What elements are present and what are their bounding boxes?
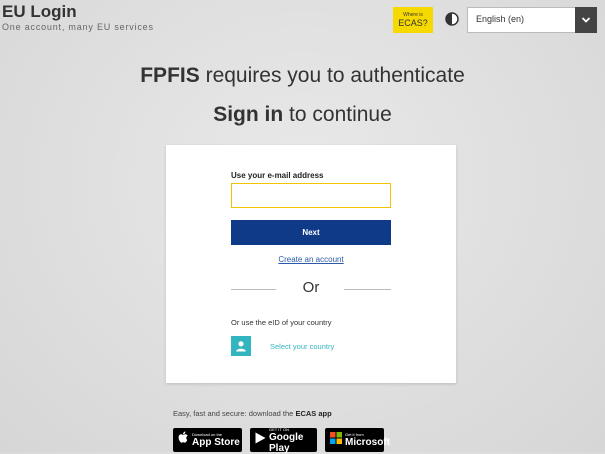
select-country-link[interactable]: Select your country xyxy=(270,342,334,351)
login-card: Use your e-mail address Next Create an a… xyxy=(166,145,456,383)
divider-right xyxy=(344,289,391,290)
brand-subtitle: One account, many EU services xyxy=(2,22,154,32)
email-input[interactable] xyxy=(231,183,391,208)
page-title-rest: requires you to authenticate xyxy=(199,64,465,87)
create-account-link[interactable]: Create an account xyxy=(166,255,456,264)
next-button[interactable]: Next xyxy=(231,220,391,245)
where-is-ecas-button[interactable]: Where is ECAS? xyxy=(393,7,433,33)
page-subtitle: Sign in to continue xyxy=(0,103,605,127)
language-select-label: English (en) xyxy=(476,14,525,24)
play-icon xyxy=(255,431,266,449)
brand-title: EU Login xyxy=(2,2,77,21)
download-app-name: ECAS app xyxy=(295,409,332,418)
eid-label: Or use the eID of your country xyxy=(231,318,332,327)
or-separator: Or xyxy=(302,279,320,296)
microsoft-logo-icon xyxy=(330,431,342,449)
app-store-label: App Store xyxy=(192,437,240,448)
page-subtitle-rest: to continue xyxy=(283,103,392,126)
page-title: FPFIS requires you to authenticate xyxy=(0,64,605,88)
download-text: Easy, fast and secure: download the ECAS… xyxy=(173,409,332,418)
service-name: FPFIS xyxy=(140,64,200,87)
contrast-toggle-icon[interactable] xyxy=(445,12,459,26)
sign-in-text: Sign in xyxy=(213,103,284,126)
ecas-label: ECAS? xyxy=(398,17,428,28)
download-prefix: Easy, fast and secure: download the xyxy=(173,409,296,418)
microsoft-badge[interactable]: Get it from Microsoft xyxy=(325,428,390,452)
person-icon[interactable] xyxy=(231,336,251,356)
microsoft-label: Microsoft xyxy=(345,437,390,448)
header: EU Login One account, many EU services W… xyxy=(0,0,605,36)
app-store-badge[interactable]: Download on the App Store xyxy=(173,428,242,452)
email-label: Use your e-mail address xyxy=(231,171,324,180)
google-play-badge[interactable]: GET IT ON Google Play xyxy=(250,427,317,454)
google-play-label: Google Play xyxy=(269,431,304,454)
language-select[interactable]: English (en) xyxy=(467,7,597,33)
apple-icon xyxy=(178,431,189,449)
chevron-down-icon[interactable] xyxy=(575,7,597,33)
